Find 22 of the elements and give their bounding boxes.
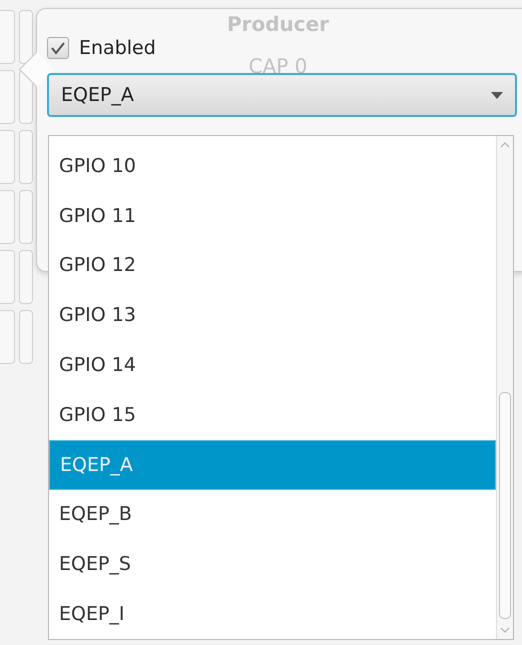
- dropdown-option[interactable]: GPIO 12: [49, 240, 496, 290]
- dropdown-option[interactable]: GPIO 14: [49, 340, 496, 390]
- scrollbar-thumb[interactable]: [499, 392, 511, 619]
- dropdown-option[interactable]: GPIO 10: [49, 141, 496, 191]
- background-cell: [19, 190, 33, 244]
- dropdown-option[interactable]: EQEP_S: [49, 539, 496, 590]
- scroll-down-icon[interactable]: [500, 627, 510, 633]
- dropdown-option[interactable]: GPIO 15: [49, 390, 496, 440]
- dropdown-option[interactable]: GPIO 13: [49, 290, 496, 340]
- enabled-checkbox[interactable]: [47, 37, 69, 59]
- combo-box[interactable]: EQEP_A: [47, 73, 517, 117]
- checkmark-icon: [50, 41, 66, 55]
- dropdown-arrow-icon: [491, 92, 503, 98]
- background-cell: [19, 250, 33, 304]
- scroll-up-icon[interactable]: [500, 142, 510, 148]
- dropdown-option[interactable]: GPIO 11: [49, 190, 496, 241]
- dropdown-option[interactable]: EQEP_I: [49, 589, 496, 639]
- background-cell: [19, 130, 33, 184]
- dropdown-option[interactable]: EQEP_B: [49, 490, 496, 540]
- checkbox-label: Enabled: [79, 37, 156, 59]
- background-cell: [19, 310, 33, 364]
- background-cell: [19, 10, 33, 64]
